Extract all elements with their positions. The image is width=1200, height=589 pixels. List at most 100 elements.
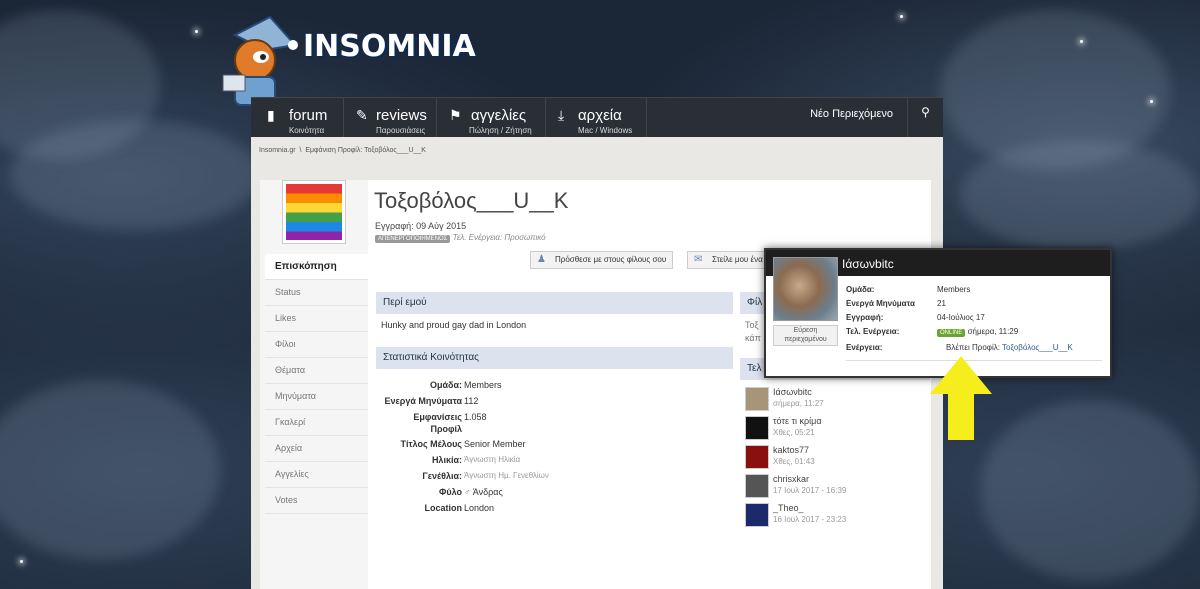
stats-table: Ομάδα: Members Ενεργά Μηνύματα 112 Εμφανίσ… <box>376 380 616 519</box>
nav-title: αρχεία <box>578 107 622 124</box>
tab-messages[interactable]: Μηνύματα <box>265 384 368 410</box>
tab-files[interactable]: Αρχεία <box>265 436 368 462</box>
hover-value: 04-Ιούλιος 17 <box>937 313 985 322</box>
stat-value: 112 <box>464 396 479 406</box>
visitor-time: Χθες, 01:43 <box>773 457 815 466</box>
nav-forum[interactable]: ▮ forum Κοινότητα <box>251 98 344 138</box>
online-badge: ONLINE <box>937 329 966 337</box>
stat-key: Φύλο <box>438 487 462 497</box>
download-icon: ⤓ <box>558 107 565 123</box>
stat-row: Location London <box>376 503 616 519</box>
hover-value: Members <box>937 285 971 294</box>
rainbow-flag-image <box>286 184 342 240</box>
add-user-icon: ♟ <box>537 254 546 265</box>
visitor-time: 17 Ιουλ 2017 - 16:39 <box>773 486 847 495</box>
visitor-avatar <box>745 503 769 527</box>
visitor-time: 16 Ιουλ 2017 - 23:23 <box>773 515 847 524</box>
stat-row: Γενέθλια: Άγνωστη Ημ. Γενεθλίων <box>376 471 616 487</box>
hover-key: Τελ. Ενέργεια: <box>846 327 900 336</box>
activity-link[interactable]: Τοξοβόλος___U__K <box>1002 343 1073 352</box>
nav-title: forum <box>289 107 328 124</box>
breadcrumb-home[interactable]: Insomnia.gr <box>259 147 296 154</box>
visitor-avatar <box>745 474 769 498</box>
visitor-name[interactable]: τότε τι κρίμα <box>773 416 822 426</box>
stat-row: Ενεργά Μηνύματα 112 <box>376 396 616 412</box>
find-content-label: περιεχομένου <box>784 336 827 343</box>
visitor-time: Χθες, 05:21 <box>773 428 815 437</box>
visitor-name[interactable]: Ιάσωνbitc <box>773 387 812 397</box>
hover-key: Εγγραφή: <box>846 313 884 322</box>
visitor-avatar <box>745 445 769 469</box>
nav-sub: Παρουσιάσεις <box>376 126 426 135</box>
visitor-name[interactable]: kaktos77 <box>773 445 809 455</box>
hover-value: ONLINE σήμερα, 11:29 <box>937 327 1018 337</box>
hover-value: Βλέπει Προφίλ: Τοξοβόλος___U__K <box>946 343 1073 352</box>
visitor-item[interactable]: kaktos77 Χθες, 01:43 <box>745 443 925 471</box>
hover-key: Ενεργά Μηνύματα <box>846 299 915 308</box>
stats-heading: Στατιστικά Κοινότητας <box>376 347 733 369</box>
visitor-item[interactable]: τότε τι κρίμα Χθες, 05:21 <box>745 414 925 442</box>
find-content-label: Εύρεση <box>793 327 818 334</box>
stat-value: Άγνωστη Ηλικία <box>464 455 521 464</box>
pin-icon[interactable]: ⚲ <box>907 98 943 138</box>
about-text: Hunky and proud gay dad in London <box>381 320 527 330</box>
tab-topics[interactable]: Θέματα <box>265 358 368 384</box>
star <box>1080 40 1083 43</box>
tab-likes[interactable]: Likes <box>265 306 368 332</box>
arrow-up-icon <box>930 356 992 440</box>
stat-value: Members <box>464 380 502 390</box>
hover-key: Ενέργεια: <box>846 343 883 352</box>
new-content-link[interactable]: Νέο Περιεχόμενο <box>810 108 893 120</box>
visitor-item[interactable]: _Theo_ 16 Ιουλ 2017 - 23:23 <box>745 501 925 529</box>
stat-key: Ηλικία: <box>431 455 462 465</box>
mail-icon: ✉ <box>694 254 703 265</box>
star <box>1150 100 1153 103</box>
visitor-name[interactable]: chrisxkar <box>773 474 809 484</box>
profile-avatar[interactable] <box>282 180 346 244</box>
stat-value: ♂ Άνδρας <box>464 487 503 497</box>
add-friend-button[interactable]: ♟ Πρόσθεσε με στους φίλους σου <box>530 251 674 269</box>
stat-row: Προφίλ <box>376 424 616 439</box>
visitor-item[interactable]: chrisxkar 17 Ιουλ 2017 - 16:39 <box>745 472 925 500</box>
stat-key: Εμφανίσεις <box>413 412 462 422</box>
tab-friends[interactable]: Φίλοι <box>265 332 368 358</box>
stat-key: Location <box>424 503 463 513</box>
star <box>195 30 198 33</box>
profile-status-row: ΑΠΕΝΕΡΓΟΠΟΙΗΜΕΝΟΣ Τελ. Ενέργεια: Προσωπι… <box>375 233 546 243</box>
breadcrumb-sep: \ <box>299 147 302 154</box>
visitor-item[interactable]: Ιάσωνbitc σήμερα, 11:27 <box>745 385 925 413</box>
visitor-name[interactable]: _Theo_ <box>773 503 804 513</box>
tab-votes[interactable]: Votes <box>265 488 368 514</box>
male-icon: ♂ <box>464 487 471 497</box>
nav-classifieds[interactable]: ⚑ αγγελίες Πώληση / Ζήτηση <box>437 98 546 138</box>
cloud <box>980 400 1200 580</box>
nav-reviews[interactable]: ✎ reviews Παρουσιάσεις <box>344 98 437 138</box>
profile-joined: Εγγραφή: 09 Αύγ 2015 <box>375 221 467 231</box>
hover-card-name[interactable]: Ιάσωνbitc <box>842 257 894 271</box>
nav-title: reviews <box>376 107 427 124</box>
nav-sub: Κοινότητα <box>289 126 325 135</box>
stat-value: Senior Member <box>464 439 526 449</box>
star <box>20 560 23 563</box>
tab-gallery[interactable]: Γκαλερί <box>265 410 368 436</box>
send-message-button[interactable]: ✉ Στείλε μου ένα <box>687 251 770 269</box>
stat-row: Φύλο ♂ Άνδρας <box>376 487 616 503</box>
stat-key: Τίτλος Μέλους <box>400 439 462 449</box>
stat-row: Ηλικία: Άγνωστη Ηλικία <box>376 455 616 471</box>
star <box>900 15 903 18</box>
stat-value: London <box>464 503 495 513</box>
breadcrumb-current: Εμφάνιση Προφίλ: Τοξοβόλος___U__K <box>305 147 426 154</box>
hover-card-avatar[interactable] <box>773 257 838 321</box>
profile-username: Τοξοβόλος___U__K <box>374 188 569 213</box>
tab-classifieds[interactable]: Αγγελίες <box>265 462 368 488</box>
edit-icon: ✎ <box>356 107 368 123</box>
find-content-button[interactable]: Εύρεση περιεχομένου <box>773 325 838 346</box>
stat-key: Ενεργά Μηνύματα <box>384 396 462 406</box>
stat-key: Γενέθλια: <box>422 471 462 481</box>
tab-status[interactable]: Status <box>265 280 368 306</box>
activity-text: Βλέπει Προφίλ: <box>946 343 1000 352</box>
hover-value: 21 <box>937 299 946 308</box>
nav-files[interactable]: ⤓ αρχεία Mac / Windows <box>546 98 647 138</box>
visitor-time: σήμερα, 11:27 <box>773 399 824 408</box>
tab-overview[interactable]: Επισκόπηση <box>265 254 368 280</box>
